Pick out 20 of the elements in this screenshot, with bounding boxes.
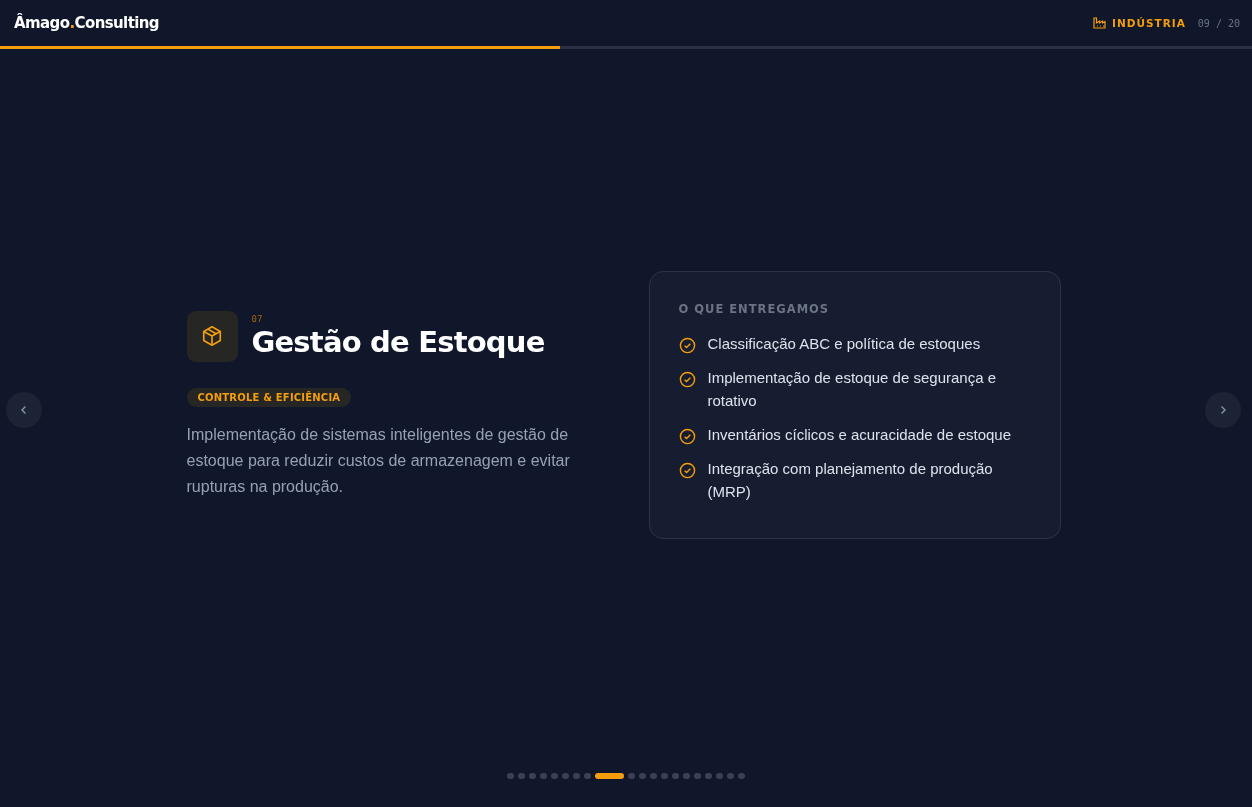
factory-icon bbox=[1093, 17, 1107, 29]
deliverable-text: Inventários cíclicos e acuracidade de estoque bbox=[707, 425, 1012, 445]
deliverable-text: Classificação ABC e política de estoques bbox=[707, 334, 982, 354]
slide-title: Gestão de Estoque bbox=[251, 323, 545, 360]
category-tag: CONTROLE & EFICIÊNCIA bbox=[186, 387, 352, 407]
deliverable-text: Implementação de estoque de segurança e rotativo bbox=[707, 368, 998, 411]
slide-number: 07 bbox=[251, 313, 264, 324]
check-circle-icon bbox=[678, 371, 696, 388]
check-circle-icon bbox=[678, 337, 696, 354]
slide-counter: 09 / 20 bbox=[1197, 17, 1240, 29]
check-circle-icon bbox=[678, 462, 696, 479]
section-label: INDÚSTRIA bbox=[1112, 17, 1186, 29]
description: Implementação de sistemas inteligentes de gestão de estoque para reduzir custos de armazenagem e evitar rupturas na produção. bbox=[186, 424, 571, 497]
next-button[interactable] bbox=[1205, 392, 1241, 428]
check-circle-icon bbox=[678, 428, 696, 445]
deliverable-text: Integração com planejamento de produção (MRP) bbox=[707, 459, 994, 502]
logo[interactable]: Âmago.Consulting bbox=[14, 14, 159, 32]
card-heading: O QUE ENTREGAMOS bbox=[678, 302, 831, 316]
previous-button[interactable] bbox=[6, 392, 42, 428]
box-icon bbox=[186, 310, 238, 362]
